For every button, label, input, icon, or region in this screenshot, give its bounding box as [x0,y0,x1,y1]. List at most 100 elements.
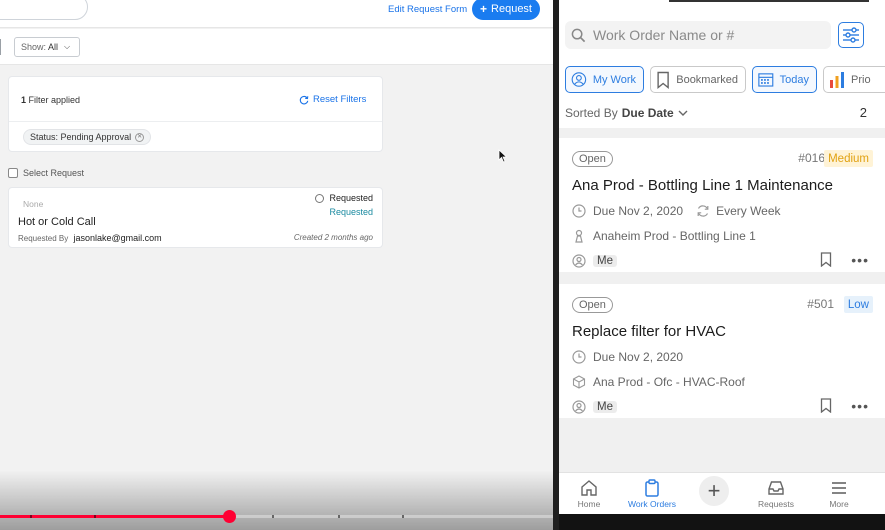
clock-icon [572,204,586,218]
location-row: Ana Prod - Ofc - HVAC-Roof [572,375,745,389]
requested-by-label: Requested By [18,234,69,243]
mobile-header: Work Order Name or # My Work Bookmarked … [559,0,885,128]
calendar-icon [758,73,774,87]
assignee: Me [593,255,617,267]
toolbar: Show: All ⌵ [0,29,553,65]
search-input[interactable] [0,0,88,20]
assignee-row: Me [572,254,617,268]
tab-bookmarked[interactable]: Bookmarked [650,66,746,93]
plus-icon: + [707,478,721,503]
sort-value: Due Date [621,106,674,120]
bar-chart-icon [830,71,844,88]
assignee-row: Me [572,400,617,414]
nav-more[interactable]: More [809,479,869,509]
tab-label: Bookmarked [676,73,738,86]
select-request-label: Select Request [23,168,85,178]
status-option[interactable]: Requested [315,193,373,203]
hamburger-icon [832,482,846,494]
add-button[interactable]: + [699,476,729,506]
work-order-title: Replace filter for HVAC [572,323,726,340]
refresh-icon [299,95,309,104]
filter-count: 1 [21,95,27,105]
repeat-icon [697,205,709,217]
chapter-marker [402,515,404,518]
search-placeholder: Work Order Name or # [593,27,735,43]
more-options-icon[interactable]: ••• [851,252,869,268]
clock-icon [572,350,586,364]
work-order-card[interactable]: Open #501 Low Replace filter for HVAC Du… [559,284,885,418]
nav-requests[interactable]: Requests [746,479,806,509]
filter-settings-button[interactable] [838,22,864,48]
tab-my-work[interactable]: My Work [565,66,644,93]
nav-work-orders[interactable]: Work Orders [622,479,682,509]
chapter-marker [30,515,32,518]
request-card[interactable]: None Hot or Cold Call Requested By jason… [8,187,383,248]
new-request-label: Request [491,3,532,15]
filter-chip-label: Status: Pending Approval [30,132,132,142]
video-progress-fill [0,515,230,518]
due-date: Due Nov 2, 2020 [593,204,684,218]
edit-request-form-link[interactable]: Edit Request Form [388,4,467,15]
filter-applied-label: Filter applied [28,95,81,105]
bookmark-icon [657,71,669,89]
user-circle-icon [572,254,586,268]
tab-priority[interactable]: Prio [823,66,885,93]
mouse-pointer-icon [498,149,508,163]
location: Ana Prod - Ofc - HVAC-Roof [593,375,745,389]
quick-filter-tabs: My Work Bookmarked Today Prio [565,66,885,93]
bookmark-icon[interactable] [820,252,832,267]
video-overlay [0,470,553,530]
requester-email: jasonlake@gmail.com [73,233,162,243]
video-progress-bar[interactable] [0,510,553,523]
remove-chip-icon[interactable]: ✕ [135,132,145,142]
repeat-schedule: Every Week [696,204,781,218]
web-header: Edit Request Form + Request [0,0,553,28]
status-badge: Open [572,151,613,167]
work-order-count: 2 [859,105,867,120]
status-option-label: Requested [329,193,373,203]
reset-filters-button[interactable]: Reset Filters [299,94,366,105]
work-order-card[interactable]: Open #016 Medium Ana Prod - Bottling Lin… [559,138,885,272]
assignee: Me [593,401,617,413]
select-request-checkbox[interactable] [8,168,18,178]
work-order-number: #016 [798,151,825,165]
location-row: Anaheim Prod - Bottling Line 1 [572,229,756,243]
priority-badge: Medium [824,150,873,167]
request-title: Hot or Cold Call [18,216,96,228]
chapter-marker [338,515,340,518]
show-prefix: Show: [21,42,47,52]
chapter-marker [272,515,274,518]
plus-icon: + [480,2,488,16]
nav-home[interactable]: Home [559,479,619,509]
status-badge: Open [572,297,613,313]
user-circle-icon [571,72,587,87]
chevron-down-icon: ⌵ [64,42,71,51]
home-icon [581,480,597,496]
tab-label: My Work [592,73,636,86]
location: Anaheim Prod - Bottling Line 1 [593,229,756,243]
show-dropdown[interactable]: Show: All ⌵ [14,37,80,57]
more-options-icon[interactable]: ••• [851,398,869,414]
nav-label: Home [577,499,601,509]
bottom-navigation: Home Work Orders + Requests More [559,472,885,514]
bookmark-icon[interactable] [820,398,832,413]
work-order-search[interactable]: Work Order Name or # [565,21,831,49]
show-value: All [48,42,59,52]
due-row: Due Nov 2, 2020 Every Week [572,204,781,218]
select-request-row[interactable]: Select Request [8,168,84,178]
filter-chip[interactable]: Status: Pending Approval ✕ [23,129,152,145]
tab-today[interactable]: Today [752,66,817,93]
nav-label: Work Orders [627,499,677,509]
search-icon [571,28,586,42]
sort-selector[interactable]: Sorted By Due Date [565,106,688,120]
priority-badge: Low [843,296,873,313]
category-tag: None [23,199,44,209]
device-bottom-bar [559,514,885,530]
new-request-button[interactable]: + Request [472,0,540,20]
divider [0,39,1,55]
filter-panel: 1 Filter applied Reset Filters Status: P… [8,76,383,152]
status-radio[interactable] [315,193,325,203]
cube-icon [572,375,586,389]
chapter-marker [94,515,96,518]
clipboard-icon [645,479,659,497]
